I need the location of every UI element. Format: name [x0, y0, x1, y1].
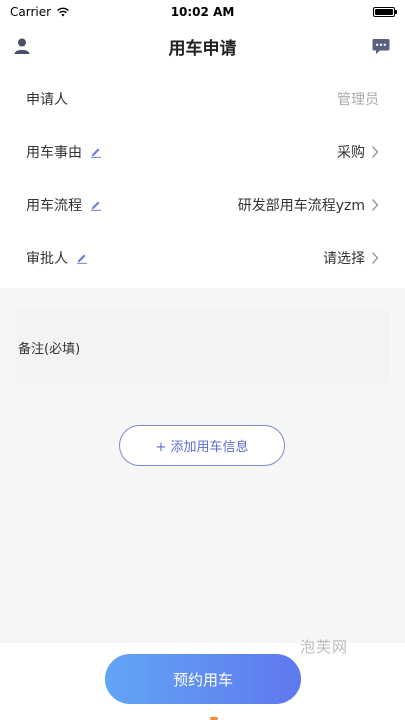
carrier-label: Carrier	[10, 5, 52, 19]
wifi-icon	[57, 7, 69, 17]
watermark: 泡芙网	[300, 638, 349, 656]
row-flow[interactable]: 用车流程 研发部用车流程yzm	[0, 178, 405, 231]
status-left: Carrier	[10, 5, 70, 19]
flow-value[interactable]: 研发部用车流程yzm	[238, 195, 379, 215]
reason-label: 用车事由	[26, 142, 102, 162]
flow-label-text: 用车流程	[26, 197, 82, 214]
edit-icon	[91, 148, 101, 158]
row-reason[interactable]: 用车事由 采购	[0, 125, 405, 178]
approver-value[interactable]: 请选择	[323, 248, 379, 268]
edit-icon	[77, 254, 87, 264]
book-vehicle-label: 预约用车	[172, 670, 233, 689]
reason-value[interactable]: 采购	[337, 142, 379, 162]
note-placeholder: 备注(必填)	[18, 341, 81, 357]
user-icon[interactable]	[12, 36, 32, 56]
flow-label: 用车流程	[26, 195, 102, 215]
page-title: 用车申请	[168, 38, 237, 59]
application-form: 申请人 管理员 用车事由 采购 用车流程 研发部用车流程yzm 审批人 请选择	[0, 72, 405, 284]
battery-icon	[373, 7, 397, 17]
add-vehicle-label: + 添加用车信息	[155, 440, 249, 455]
battery-fill	[375, 9, 393, 15]
nav-bar: 用车申请	[0, 24, 405, 68]
row-approver[interactable]: 审批人 请选择	[0, 231, 405, 284]
edit-icon	[91, 201, 101, 211]
chevron-right-icon	[371, 145, 379, 158]
applicant-label-text: 申请人	[26, 91, 68, 108]
approver-label-text: 审批人	[26, 250, 68, 267]
book-vehicle-button[interactable]: 预约用车	[105, 654, 301, 704]
status-bar: Carrier 10:02 AM	[0, 0, 405, 24]
flow-value-text: 研发部用车流程yzm	[237, 197, 365, 214]
chevron-right-icon	[371, 198, 379, 211]
message-icon[interactable]	[371, 36, 391, 56]
approver-value-text: 请选择	[323, 250, 365, 267]
reason-value-text: 采购	[337, 144, 365, 161]
applicant-value: 管理员	[337, 89, 379, 109]
row-applicant: 申请人 管理员	[0, 72, 405, 125]
applicant-value-text: 管理员	[337, 91, 379, 108]
chevron-right-icon	[371, 251, 379, 264]
note-input[interactable]: 备注(必填)	[16, 310, 390, 384]
applicant-label: 申请人	[26, 89, 68, 109]
add-vehicle-button[interactable]: + 添加用车信息	[119, 425, 285, 466]
approver-label: 审批人	[26, 248, 88, 268]
reason-label-text: 用车事由	[26, 144, 82, 161]
